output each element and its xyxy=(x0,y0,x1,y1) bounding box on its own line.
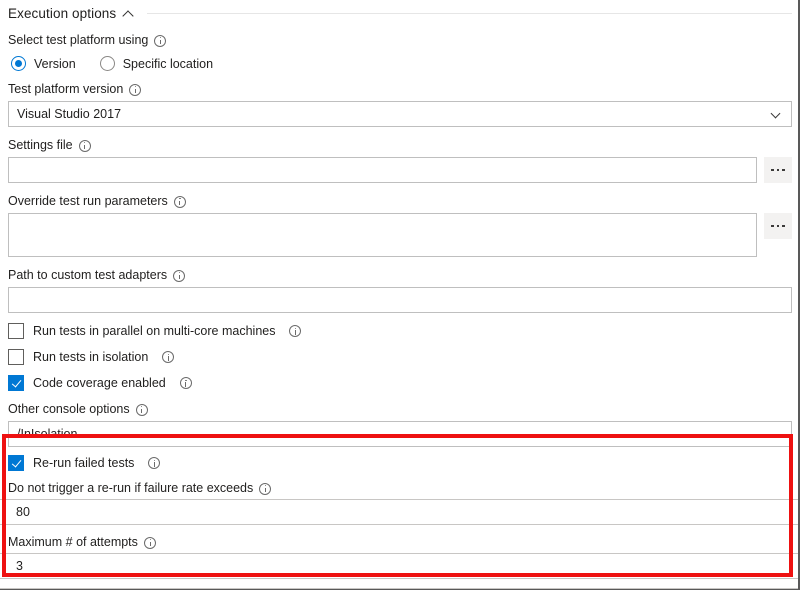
info-icon[interactable] xyxy=(143,536,156,549)
info-icon[interactable] xyxy=(173,269,186,282)
info-icon[interactable] xyxy=(173,195,186,208)
radio-version-label: Version xyxy=(34,56,76,71)
failure-rate-threshold-input[interactable] xyxy=(0,499,798,525)
override-test-run-parameters-row xyxy=(8,213,792,257)
ellipsis-dot xyxy=(782,168,785,172)
other-console-options-input[interactable] xyxy=(8,421,792,447)
ellipsis-dot xyxy=(771,168,774,172)
select-test-platform-label: Select test platform using xyxy=(8,33,792,48)
test-platform-version-input[interactable] xyxy=(8,101,792,127)
execution-options-panel: Execution options Select test platform u… xyxy=(0,0,800,590)
checkbox-run-tests-in-parallel-mark[interactable] xyxy=(8,323,24,339)
settings-file-input[interactable] xyxy=(8,157,757,183)
radio-specific-location[interactable]: Specific location xyxy=(99,56,214,71)
other-console-options-label: Other console options xyxy=(8,402,792,417)
info-icon[interactable] xyxy=(179,377,192,389)
max-attempts-label: Maximum # of attempts xyxy=(8,535,792,550)
chevron-up-icon[interactable] xyxy=(123,8,134,19)
settings-file-browse-button[interactable] xyxy=(764,157,792,183)
page-title: Execution options xyxy=(8,6,117,21)
info-icon[interactable] xyxy=(78,139,91,152)
platform-selector-radio-group[interactable]: Version Specific location xyxy=(8,56,792,71)
info-icon[interactable] xyxy=(259,482,272,495)
checkbox-rerun-failed-tests-mark[interactable] xyxy=(8,455,24,471)
header-divider xyxy=(147,13,792,14)
override-test-run-parameters-label-text: Override test run parameters xyxy=(8,194,168,208)
radio-version[interactable]: Version xyxy=(11,56,76,71)
region-bottom-divider xyxy=(0,588,798,589)
checkbox-run-tests-in-parallel-label: Run tests in parallel on multi-core mach… xyxy=(33,324,276,338)
info-icon[interactable] xyxy=(129,83,142,96)
info-icon[interactable] xyxy=(135,403,148,416)
ellipsis-dot xyxy=(771,224,774,228)
path-to-custom-test-adapters-input[interactable] xyxy=(8,287,792,313)
checkbox-rerun-failed-tests-label: Re-run failed tests xyxy=(33,456,135,470)
ellipsis-dot xyxy=(776,168,780,172)
max-attempts-label-text: Maximum # of attempts xyxy=(8,535,138,549)
checkbox-code-coverage-enabled-mark[interactable] xyxy=(8,375,24,391)
checkbox-code-coverage-enabled-label: Code coverage enabled xyxy=(33,376,166,390)
select-test-platform-label-text: Select test platform using xyxy=(8,33,149,47)
checkbox-code-coverage-enabled[interactable]: Code coverage enabled xyxy=(8,375,792,391)
path-to-custom-test-adapters-label-text: Path to custom test adapters xyxy=(8,268,168,282)
radio-specific-location-mark[interactable] xyxy=(99,56,115,71)
radio-specific-location-label: Specific location xyxy=(122,56,214,71)
checkbox-run-tests-in-isolation-mark[interactable] xyxy=(8,349,24,365)
settings-file-row xyxy=(8,157,792,183)
failure-rate-threshold-label-text: Do not trigger a re-run if failure rate … xyxy=(8,481,254,495)
path-to-custom-test-adapters-label: Path to custom test adapters xyxy=(8,268,792,283)
ellipsis-dot xyxy=(776,224,780,228)
max-attempts-input[interactable] xyxy=(0,553,798,579)
info-icon[interactable] xyxy=(289,325,302,337)
test-platform-version-label-text: Test platform version xyxy=(8,82,124,96)
rerun-failed-tests-region: Re-run failed tests Do not trigger a re-… xyxy=(0,455,798,589)
override-test-run-parameters-input[interactable] xyxy=(8,213,757,257)
info-icon[interactable] xyxy=(162,351,175,363)
checkbox-run-tests-in-parallel[interactable]: Run tests in parallel on multi-core mach… xyxy=(8,323,792,339)
override-test-run-parameters-browse-button[interactable] xyxy=(764,213,792,239)
settings-file-label-text: Settings file xyxy=(8,138,73,152)
checkbox-run-tests-in-isolation[interactable]: Run tests in isolation xyxy=(8,349,792,365)
radio-version-mark[interactable] xyxy=(11,56,26,71)
checkbox-run-tests-in-isolation-label: Run tests in isolation xyxy=(33,350,149,364)
test-platform-version-label: Test platform version xyxy=(8,82,792,97)
failure-rate-threshold-label: Do not trigger a re-run if failure rate … xyxy=(8,481,792,496)
test-platform-version-dropdown[interactable] xyxy=(8,101,792,127)
override-test-run-parameters-label: Override test run parameters xyxy=(8,194,792,209)
settings-file-label: Settings file xyxy=(8,138,792,153)
other-console-options-label-text: Other console options xyxy=(8,402,130,416)
section-header[interactable]: Execution options xyxy=(0,0,798,22)
checkbox-rerun-failed-tests[interactable]: Re-run failed tests xyxy=(8,455,792,471)
ellipsis-dot xyxy=(782,224,785,228)
info-icon[interactable] xyxy=(154,34,167,47)
info-icon[interactable] xyxy=(148,457,161,469)
form-body: Select test platform using Version Speci… xyxy=(0,33,798,589)
